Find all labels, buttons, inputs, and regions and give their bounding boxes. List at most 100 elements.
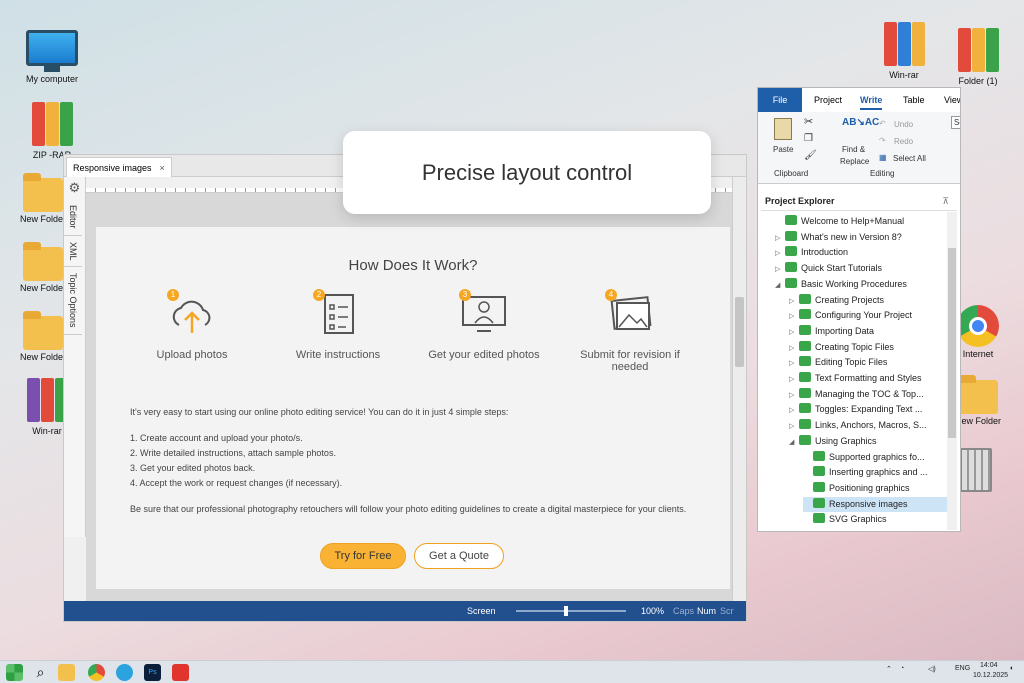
tree-item[interactable]: ◢ Using Graphics bbox=[789, 434, 947, 449]
editing-group-label: Editing bbox=[870, 169, 895, 178]
tray-chevron-icon[interactable]: ⌃ bbox=[886, 665, 892, 673]
desktop-icon-my-computer[interactable]: My computer bbox=[17, 30, 87, 84]
tree-item[interactable]: ▷ Introduction bbox=[775, 245, 947, 260]
tab-topic-options[interactable]: Topic Options bbox=[64, 267, 82, 335]
expand-arrow-icon[interactable]: ▷ bbox=[789, 419, 799, 434]
tab-table[interactable]: Table bbox=[903, 95, 925, 105]
list-item: 2. Write detailed instructions, attach s… bbox=[130, 448, 336, 458]
tree-item[interactable]: ◢ Basic Working Procedures bbox=[775, 277, 947, 292]
telegram-icon[interactable] bbox=[116, 664, 133, 681]
select-all-button[interactable]: Select All bbox=[893, 154, 926, 163]
notification-icon[interactable]: ◐ bbox=[1010, 665, 1014, 672]
zoom-slider[interactable] bbox=[516, 606, 626, 616]
tree-item[interactable]: ▷ Editing Topic Files bbox=[789, 355, 947, 370]
tree-item[interactable]: Responsive images bbox=[803, 496, 947, 512]
topic-check-icon bbox=[785, 230, 797, 241]
editor-window: Responsive images × ⚙ Editor XML Topic Op… bbox=[63, 154, 747, 622]
screen-mode[interactable]: Screen bbox=[467, 606, 496, 616]
list-item: 1. Create account and upload your photo/… bbox=[130, 433, 303, 443]
clock-date[interactable]: 10.12.2025 bbox=[973, 672, 1008, 679]
try-for-free-button[interactable]: Try for Free bbox=[320, 543, 406, 569]
acrobat-icon[interactable] bbox=[172, 664, 189, 681]
gear-icon[interactable]: ⚙ bbox=[64, 177, 85, 199]
volume-icon[interactable]: ◁) bbox=[928, 665, 936, 673]
pin-icon[interactable]: ⊼ bbox=[942, 191, 949, 211]
intro-text: It's very easy to start using our online… bbox=[130, 407, 509, 417]
tree-item[interactable]: ▷ Configuring Your Project bbox=[789, 308, 947, 323]
search-icon[interactable]: ⌕ bbox=[32, 664, 49, 681]
desktop-icon-win-rar-right[interactable]: Win-rar bbox=[869, 22, 939, 80]
photoshop-icon[interactable]: Ps bbox=[144, 664, 161, 681]
expand-arrow-icon[interactable]: ◢ bbox=[775, 278, 785, 293]
scroll-thumb[interactable] bbox=[948, 248, 956, 438]
recycle-bin-icon[interactable] bbox=[960, 448, 992, 492]
language-indicator[interactable]: ENG bbox=[955, 665, 970, 672]
tree-item[interactable]: ▷ Managing the TOC & Top... bbox=[789, 387, 947, 402]
widgets-icon[interactable] bbox=[6, 664, 23, 681]
undo-button[interactable]: Undo bbox=[894, 120, 913, 129]
topic-check-icon bbox=[785, 246, 797, 257]
expand-arrow-icon[interactable]: ▷ bbox=[789, 325, 799, 340]
tab-view[interactable]: View bbox=[944, 95, 960, 105]
scroll-thumb[interactable] bbox=[735, 297, 744, 367]
tree-item[interactable]: Positioning graphics bbox=[803, 481, 947, 496]
desktop-icon-folder-1[interactable]: Folder (1) bbox=[943, 28, 1013, 86]
select-all-icon[interactable]: ▦ bbox=[879, 153, 887, 162]
expand-arrow-icon[interactable]: ▷ bbox=[789, 372, 799, 387]
expand-arrow-icon[interactable]: ◢ bbox=[789, 435, 799, 450]
copy-icon[interactable]: ❐ bbox=[804, 133, 813, 144]
tree-scrollbar[interactable] bbox=[947, 212, 957, 530]
expand-arrow-icon[interactable]: ▷ bbox=[775, 231, 785, 246]
find-replace-button[interactable]: Find & bbox=[842, 145, 865, 154]
expand-arrow-icon[interactable]: ▷ bbox=[789, 403, 799, 418]
tree-item[interactable]: ▷ Creating Projects bbox=[789, 293, 947, 308]
tree-item[interactable]: ▷ Quick Start Tutorials bbox=[775, 261, 947, 276]
redo-icon[interactable]: ↷ bbox=[879, 136, 886, 145]
desktop-icon-zip-rar[interactable]: ZIP -RAR bbox=[17, 102, 87, 160]
steps-list: 1. Create account and upload your photo/… bbox=[130, 431, 700, 491]
paste-icon[interactable] bbox=[774, 118, 792, 140]
network-icon[interactable]: ◔ bbox=[900, 665, 904, 672]
editor-scrollbar[interactable] bbox=[732, 177, 746, 601]
find-replace-icon[interactable]: AB↘AC bbox=[842, 117, 879, 128]
topic-check-icon bbox=[799, 403, 811, 414]
format-painter-icon[interactable]: 🖌 bbox=[804, 150, 817, 161]
cut-icon[interactable]: ✂ bbox=[804, 115, 813, 128]
get-a-quote-button[interactable]: Get a Quote bbox=[414, 543, 504, 569]
tree-item[interactable]: ▷ What's new in Version 8? bbox=[775, 230, 947, 245]
tree-item-label: Links, Anchors, Macros, S... bbox=[815, 420, 927, 431]
tree-item[interactable]: Supported graphics fo... bbox=[803, 450, 947, 465]
tree-item[interactable]: ▷ Text Formatting and Styles bbox=[789, 371, 947, 386]
tree-item[interactable]: ▷ Creating Topic Files bbox=[789, 340, 947, 355]
find-replace-button-line2[interactable]: Replace bbox=[840, 157, 869, 166]
document-tab[interactable]: Responsive images × bbox=[66, 157, 172, 177]
topic-check-icon bbox=[785, 277, 797, 288]
expand-arrow-icon[interactable]: ▷ bbox=[789, 388, 799, 403]
tab-editor[interactable]: Editor bbox=[64, 199, 82, 236]
tree-item[interactable]: Welcome to Help+Manual bbox=[775, 214, 947, 229]
expand-arrow-icon[interactable]: ▷ bbox=[775, 246, 785, 261]
expand-arrow-icon[interactable]: ▷ bbox=[789, 309, 799, 324]
redo-button[interactable]: Redo bbox=[894, 137, 913, 146]
tree-item[interactable]: Inserting graphics and ... bbox=[803, 465, 947, 480]
tree-item[interactable]: ▷ Importing Data bbox=[789, 324, 947, 339]
topic-check-icon bbox=[799, 356, 811, 367]
tab-file[interactable]: File bbox=[758, 88, 802, 112]
tree-item[interactable]: ▷ Links, Anchors, Macros, S... bbox=[789, 418, 947, 433]
clock-time[interactable]: 14:04 bbox=[980, 662, 998, 669]
tree-item[interactable]: ▷ Toggles: Expanding Text ... bbox=[789, 402, 947, 417]
tab-project[interactable]: Project bbox=[814, 95, 842, 105]
file-explorer-icon[interactable] bbox=[58, 664, 75, 681]
close-tab-icon[interactable]: × bbox=[160, 163, 165, 173]
expand-arrow-icon[interactable]: ▷ bbox=[789, 341, 799, 356]
tree-item[interactable]: SVG Graphics bbox=[803, 512, 947, 527]
style-input[interactable]: Se bbox=[951, 116, 960, 129]
chrome-taskbar-icon[interactable] bbox=[88, 664, 105, 681]
expand-arrow-icon[interactable]: ▷ bbox=[789, 356, 799, 371]
tab-xml[interactable]: XML bbox=[64, 236, 82, 268]
expand-arrow-icon[interactable]: ▷ bbox=[775, 262, 785, 277]
expand-arrow-icon[interactable]: ▷ bbox=[789, 294, 799, 309]
paste-button[interactable]: Paste bbox=[773, 145, 793, 154]
undo-icon[interactable]: ↶ bbox=[879, 119, 886, 128]
tab-write[interactable]: Write bbox=[860, 95, 883, 110]
